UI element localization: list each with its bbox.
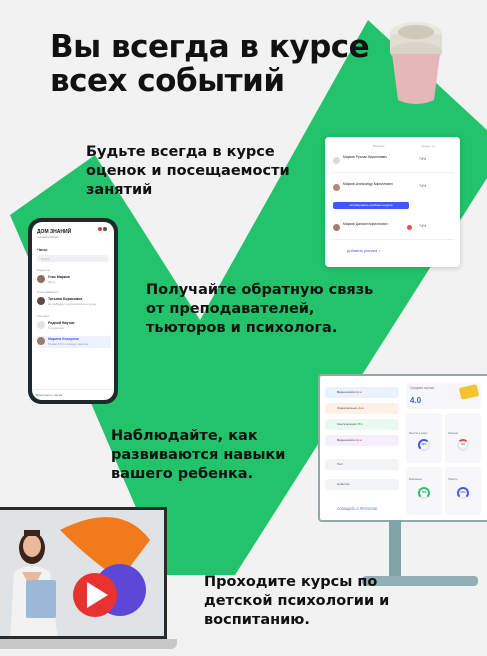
chat-name: Родной Наутов <box>48 321 75 325</box>
menu-item[interactable]: Видеозаписи Дом <box>325 435 399 446</box>
avatar <box>37 321 45 329</box>
monitor-mockup: Видеозаписи Дом Оздоровление Дом Консуль… <box>318 374 487 522</box>
phone-screen: ДОМ ЗНАНИЙ личный кабинет Чаты Поиск Род… <box>32 222 114 400</box>
avatar <box>37 297 45 305</box>
skill-box: 69% Память <box>445 467 481 515</box>
poster: Вы всегда в курсе всех событий Ребенок С… <box>0 0 487 656</box>
student-name: Марков Даниил Кириллович <box>343 222 388 226</box>
activate-trial-button[interactable]: Активировать пробные недели <box>333 202 409 209</box>
caption-courses: Проходите курсы по детской психологии и … <box>204 574 390 628</box>
skill-ring: 70% <box>418 487 430 499</box>
avatar <box>333 184 340 191</box>
chats-heading: Чаты <box>37 247 48 252</box>
add-student-link[interactable]: Добавить ученика + <box>347 249 380 253</box>
average-grade-value: 4.0 <box>410 396 422 405</box>
course-video-thumbnail <box>0 510 164 636</box>
back-to-chats-link[interactable]: Вернуться к Чатам <box>36 393 62 397</box>
play-icon <box>73 573 117 617</box>
page-title: Вы всегда в курсе всех событий <box>50 29 370 99</box>
skill-ring: 69% <box>457 487 469 499</box>
coffee-cup-illustration <box>390 22 442 104</box>
student-row[interactable]: Марков Александр Кириллович 74% <box>331 179 454 199</box>
skill-label: Мысли в мире <box>409 431 428 435</box>
chat-preview: 1 прочитал <box>48 326 64 330</box>
caption-feedback: Получайте обратную связь от преподавател… <box>146 282 374 336</box>
skill-label: Память <box>448 477 458 481</box>
caption-grades: Будьте всегда в курсе оценок и посещаемо… <box>86 144 290 198</box>
chat-list-item[interactable]: Марина Кокорина Привет! Я по поводу заня… <box>37 336 111 348</box>
chat-preview: Фото <box>48 280 55 284</box>
section-label: Преподаватели <box>37 290 59 294</box>
chat-list-item[interactable]: Утас Марков Фото <box>37 274 111 286</box>
chat-name: Марина Кокорина <box>48 337 79 341</box>
caption-skills: Наблюдайте, как развиваются навыки вашег… <box>111 428 286 482</box>
skill-ring: 6% <box>457 439 469 451</box>
average-column-header: Средн. уч. <box>421 144 436 148</box>
skill-label: Внимание <box>409 477 423 481</box>
chat-preview: Не забудьте подготовиться к уроку <box>48 302 97 306</box>
app-subtitle: личный кабинет <box>37 235 60 239</box>
report-absence-link[interactable]: СООБЩИТЬ О ПРОПУСКЕ <box>337 507 377 511</box>
notification-icon[interactable] <box>97 227 109 233</box>
search-placeholder: Поиск <box>41 256 50 261</box>
monitor-stats: Средняя оценка 4.0 64% Мысли в мире 6% Э… <box>406 379 485 517</box>
chat-preview: Привет! Я по поводу занятия <box>48 342 89 346</box>
menu-item[interactable]: Оздоровление Дом <box>325 403 399 414</box>
student-percent: 74% <box>419 184 427 188</box>
phone-bottom-bar: Вернуться к Чатам <box>32 389 114 400</box>
menu-item[interactable]: Консультация 95% <box>325 419 399 430</box>
phone-mockup: ДОМ ЗНАНИЙ личный кабинет Чаты Поиск Род… <box>28 218 118 404</box>
avatar <box>333 224 340 231</box>
chat-list-item[interactable]: Татьяна Борисовна Не забудьте подготовит… <box>37 296 111 308</box>
section-label: Родитель <box>37 268 51 272</box>
skill-box: 6% Эмоции <box>445 413 481 463</box>
laptop-base <box>0 639 177 649</box>
avatar <box>37 337 45 345</box>
student-percent: 74% <box>419 157 427 161</box>
skill-box: 64% Мысли в мире <box>406 413 442 463</box>
student-name: Марков Руслан Кириллович <box>343 155 388 159</box>
avatar <box>37 275 45 283</box>
chat-name: Татьяна Борисовна <box>48 297 83 301</box>
badge-icon <box>458 384 480 400</box>
section-label: Тьюторы <box>37 314 50 318</box>
laptop-mockup <box>0 507 167 639</box>
skill-ring: 64% <box>418 439 430 451</box>
avatar <box>333 157 340 164</box>
menu-item[interactable]: События <box>325 479 399 490</box>
skill-box: 70% Внимание <box>406 467 442 515</box>
average-grade-box: Средняя оценка 4.0 <box>406 383 481 409</box>
alert-icon <box>407 225 412 230</box>
menu-item[interactable]: Видеозаписи Дом <box>325 387 399 398</box>
student-column-header: Ребенок <box>373 144 385 148</box>
student-row[interactable]: Марков Даниил Кириллович 74% <box>331 219 454 240</box>
chat-search-input[interactable]: Поиск <box>37 255 109 262</box>
chat-name: Утас Марков <box>48 275 70 279</box>
monitor-stand <box>389 520 401 580</box>
student-row[interactable]: Марков Руслан Кириллович 74% <box>331 152 454 173</box>
grades-card: Ребенок Средн. уч. Марков Руслан Кирилло… <box>325 137 460 267</box>
skill-label: Эмоции <box>448 431 459 435</box>
monitor-menu: Видеозаписи Дом Оздоровление Дом Консуль… <box>323 379 399 517</box>
chat-list-item[interactable]: Родной Наутов 1 прочитал <box>37 320 111 332</box>
menu-item[interactable]: Тест <box>325 459 399 470</box>
average-grade-label: Средняя оценка <box>410 386 435 390</box>
student-percent: 74% <box>419 224 427 228</box>
student-name: Марков Александр Кириллович <box>343 182 393 186</box>
